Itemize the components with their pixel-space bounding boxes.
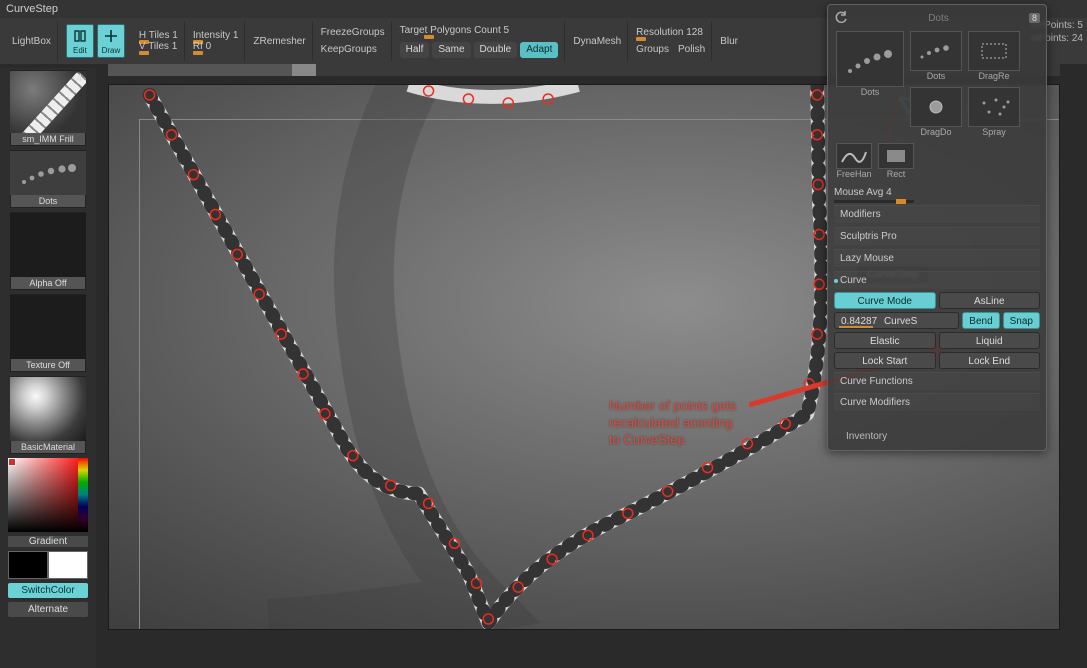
double-button[interactable]: Double xyxy=(474,42,518,58)
texture-swatch[interactable]: Texture Off xyxy=(10,294,86,372)
switchcolor-button[interactable]: SwitchColor xyxy=(8,583,88,598)
dots-thumb xyxy=(10,151,86,195)
brush-rect[interactable]: Rect xyxy=(876,141,916,181)
asline-button[interactable]: AsLine xyxy=(939,292,1041,309)
freezegroups-button[interactable]: FreezeGroups xyxy=(321,27,385,38)
zremesher-label: ZRemesher xyxy=(253,36,305,47)
brush-spray[interactable]: Spray xyxy=(966,85,1022,139)
liquid-button[interactable]: Liquid xyxy=(939,332,1041,349)
dynamesh-label: DynaMesh xyxy=(573,36,621,47)
annotation-line-1: Number of points gets xyxy=(609,397,736,414)
half-button[interactable]: Half xyxy=(400,42,430,58)
draw-label: Draw xyxy=(102,46,121,55)
alpha-thumb xyxy=(10,213,86,277)
panel-title: Dots xyxy=(928,13,949,24)
alternate-button[interactable]: Alternate xyxy=(8,602,88,617)
mouse-avg-slider[interactable]: Mouse Avg 4 xyxy=(834,187,1040,201)
active-color-indicator xyxy=(8,458,16,466)
zremesher-button[interactable]: ZRemesher xyxy=(247,21,312,61)
brush-name-label: sm_IMM Frill xyxy=(11,133,85,145)
curve-mode-button[interactable]: Curve Mode xyxy=(834,292,936,309)
texture-thumb xyxy=(10,295,86,359)
section-curve-functions[interactable]: Curve Functions xyxy=(834,372,1040,390)
adapt-button[interactable]: Adapt xyxy=(520,42,558,58)
dynamesh-button[interactable]: DynaMesh xyxy=(567,21,628,61)
brush-spray-label: Spray xyxy=(982,127,1006,137)
curvestep-label: CurveS xyxy=(884,316,917,327)
draw-mode-button[interactable]: Draw xyxy=(97,24,125,58)
stroke-name-label: Dots xyxy=(11,195,85,207)
inventory-label[interactable]: Inventory xyxy=(834,431,1040,442)
elastic-button[interactable]: Elastic xyxy=(834,332,936,349)
left-panel: 4 sm_IMM Frill Dots Alpha Off Texture Of… xyxy=(0,68,96,668)
edit-label: Edit xyxy=(73,46,87,55)
lightbox-button[interactable]: LightBox xyxy=(6,21,58,61)
brush-dots-big-label: Dots xyxy=(861,87,880,97)
groups-button[interactable]: Groups xyxy=(636,44,669,55)
section-curve-modifiers[interactable]: Curve Modifiers xyxy=(834,393,1040,411)
mouse-avg-label: Mouse Avg 4 xyxy=(834,187,892,198)
alpha-label: Alpha Off xyxy=(11,277,85,289)
same-button[interactable]: Same xyxy=(432,42,470,58)
annotation-line-2: recalculated acording xyxy=(609,414,736,431)
curve-controls: Curve Mode AsLine 0.84287 CurveS Bend Sn… xyxy=(834,292,1040,411)
brush-swatch[interactable]: 4 sm_IMM Frill xyxy=(10,70,86,146)
brush-freehand-label: FreeHan xyxy=(836,169,871,179)
texture-label: Texture Off xyxy=(11,359,85,371)
snap-button[interactable]: Snap xyxy=(1003,312,1040,329)
stroke-swatch[interactable]: Dots xyxy=(10,150,86,208)
brush-rect-label: Rect xyxy=(887,169,906,179)
material-swatch[interactable]: BasicMaterial xyxy=(10,376,86,454)
brush-dragrect[interactable]: DragRe xyxy=(966,29,1022,83)
brush-dragdot-label: DragDo xyxy=(920,127,951,137)
keepgroups-button[interactable]: KeepGroups xyxy=(321,44,385,55)
brush-dots-label: Dots xyxy=(927,71,946,81)
brush-dots[interactable]: Dots xyxy=(908,29,964,83)
lock-end-button[interactable]: Lock End xyxy=(939,352,1041,369)
color-black[interactable] xyxy=(8,551,48,579)
material-label: BasicMaterial xyxy=(11,441,85,453)
brush-dots-big[interactable]: Dots xyxy=(834,29,906,139)
brush-dragdot[interactable]: DragDo xyxy=(908,85,964,139)
brush-variant-count: 4 xyxy=(76,73,82,84)
polish-button[interactable]: Polish xyxy=(678,44,705,55)
blur-slider[interactable]: Blur xyxy=(720,36,738,47)
secondary-colors[interactable] xyxy=(8,551,88,579)
color-picker[interactable] xyxy=(8,458,88,532)
frill-thumb: 4 xyxy=(10,71,86,133)
panel-badge: 8 xyxy=(1029,13,1040,23)
section-curve[interactable]: Curve xyxy=(834,271,1040,289)
section-sculptris[interactable]: Sculptris Pro xyxy=(834,227,1040,245)
section-modifiers[interactable]: Modifiers xyxy=(834,205,1040,223)
annotation-text: Number of points gets recalculated acord… xyxy=(609,397,736,448)
curvestep-slider[interactable]: 0.84287 CurveS xyxy=(834,312,959,329)
section-lazy-mouse[interactable]: Lazy Mouse xyxy=(834,249,1040,267)
lightbox-label: LightBox xyxy=(12,36,51,47)
lock-start-button[interactable]: Lock Start xyxy=(834,352,936,369)
material-thumb xyxy=(10,377,86,441)
alpha-swatch[interactable]: Alpha Off xyxy=(10,212,86,290)
bend-button[interactable]: Bend xyxy=(962,312,999,329)
edit-mode-button[interactable]: Edit xyxy=(66,24,94,58)
hue-strip[interactable] xyxy=(78,458,88,532)
brush-dragrect-label: DragRe xyxy=(978,71,1009,81)
stroke-panel: Dots 8 Dots Dots DragRe xyxy=(827,4,1047,451)
annotation-line-3: to CurveStep xyxy=(609,431,736,448)
brush-freehand[interactable]: FreeHan xyxy=(834,141,874,181)
app-title: CurveStep xyxy=(6,3,58,15)
color-white[interactable] xyxy=(48,551,88,579)
gradient-button[interactable]: Gradient xyxy=(8,536,88,547)
refresh-icon[interactable] xyxy=(834,11,848,25)
